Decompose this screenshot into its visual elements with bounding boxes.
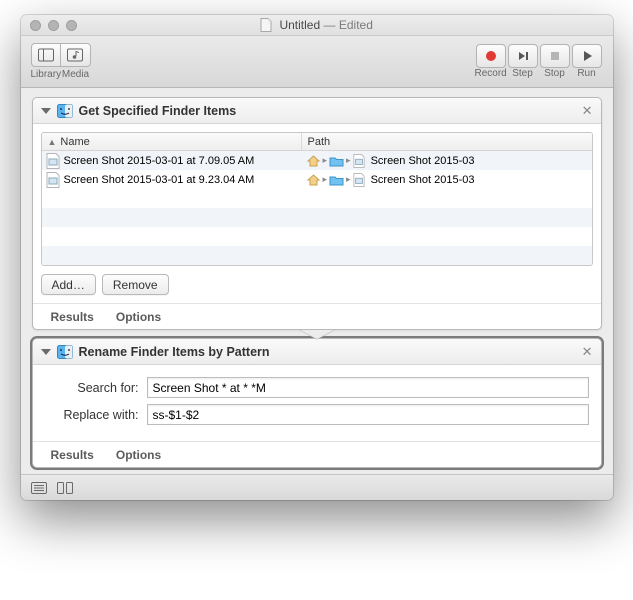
run-label: Run	[571, 68, 603, 79]
titlebar: Untitled — Edited	[21, 15, 613, 36]
close-window-button[interactable]	[30, 20, 41, 31]
table-row	[42, 246, 592, 265]
folder-icon	[329, 154, 344, 168]
finder-icon	[57, 103, 73, 119]
action-header[interactable]: Get Specified Finder Items ✕	[33, 98, 601, 124]
action-title: Rename Finder Items by Pattern	[79, 345, 270, 359]
record-label: Record	[475, 68, 507, 79]
play-icon	[580, 49, 594, 63]
media-icon	[67, 48, 83, 62]
table-row[interactable]: Screen Shot 2015-03-01 at 9.23.04 AM ▸ ▸…	[42, 170, 592, 189]
disclosure-triangle-icon[interactable]	[41, 108, 51, 114]
toolbar-left-group: Library Media	[31, 43, 91, 80]
column-header-name[interactable]: ▲Name	[42, 133, 302, 150]
variables-view-button[interactable]	[57, 482, 73, 494]
library-label: Library	[31, 69, 61, 80]
table-row	[42, 189, 592, 208]
workflow-area: Get Specified Finder Items ✕ ▲Name Path …	[21, 88, 613, 474]
path-cell: ▸ ▸ Screen Shot 2015-03	[302, 173, 592, 187]
media-label: Media	[61, 69, 91, 80]
replace-with-input[interactable]	[147, 404, 589, 425]
search-for-input[interactable]	[147, 377, 589, 398]
table-row	[42, 227, 592, 246]
step-icon	[516, 49, 530, 63]
results-tab[interactable]: Results	[51, 448, 94, 462]
zoom-window-button[interactable]	[66, 20, 77, 31]
traffic-lights	[21, 20, 77, 31]
window-title: Untitled — Edited	[21, 18, 613, 32]
bottom-bar	[21, 474, 613, 500]
image-file-icon	[46, 172, 60, 188]
run-button[interactable]	[572, 44, 602, 68]
media-button[interactable]	[61, 43, 91, 67]
chevron-right-icon: ▸	[346, 155, 351, 166]
toolbar-right-group: Record Step Stop Run	[475, 44, 603, 79]
window: Untitled — Edited Library Media	[21, 15, 613, 500]
document-icon	[260, 18, 272, 32]
record-button[interactable]	[476, 44, 506, 68]
action-header[interactable]: Rename Finder Items by Pattern ✕	[33, 339, 601, 365]
close-action-button[interactable]: ✕	[582, 344, 593, 360]
path-file-name: Screen Shot 2015-03	[371, 174, 475, 186]
add-button[interactable]: Add…	[41, 274, 96, 295]
library-button[interactable]	[31, 43, 61, 67]
stop-label: Stop	[539, 68, 571, 79]
minimize-window-button[interactable]	[48, 20, 59, 31]
options-tab[interactable]: Options	[116, 310, 161, 324]
sort-asc-icon: ▲	[48, 137, 57, 147]
chevron-right-icon: ▸	[323, 155, 328, 166]
remove-button[interactable]: Remove	[102, 274, 169, 295]
step-button[interactable]	[508, 44, 538, 68]
image-file-icon	[353, 173, 365, 187]
file-name: Screen Shot 2015-03-01 at 7.09.05 AM	[64, 155, 255, 167]
image-file-icon	[46, 153, 60, 169]
action-rename-by-pattern[interactable]: Rename Finder Items by Pattern ✕ Search …	[32, 338, 602, 468]
home-icon	[306, 173, 321, 187]
stop-button[interactable]	[540, 44, 570, 68]
table-row	[42, 208, 592, 227]
image-file-icon	[353, 154, 365, 168]
close-action-button[interactable]: ✕	[582, 103, 593, 119]
column-header-path[interactable]: Path	[302, 133, 592, 150]
finder-icon	[57, 344, 73, 360]
options-tab[interactable]: Options	[116, 448, 161, 462]
path-file-name: Screen Shot 2015-03	[371, 155, 475, 167]
stop-icon	[548, 49, 562, 63]
folder-icon	[329, 173, 344, 187]
record-icon	[484, 49, 498, 63]
chevron-right-icon: ▸	[323, 174, 328, 185]
chevron-right-icon: ▸	[346, 174, 351, 185]
items-table: ▲Name Path Screen Shot 2015-03-01 at 7.0…	[41, 132, 593, 266]
toolbar: Library Media	[21, 36, 613, 88]
replace-with-label: Replace with:	[45, 408, 147, 422]
results-tab[interactable]: Results	[51, 310, 94, 324]
disclosure-triangle-icon[interactable]	[41, 349, 51, 355]
file-name: Screen Shot 2015-03-01 at 9.23.04 AM	[64, 174, 255, 186]
path-cell: ▸ ▸ Screen Shot 2015-03	[302, 154, 592, 168]
sidebar-icon	[38, 48, 54, 62]
step-label: Step	[507, 68, 539, 79]
table-row[interactable]: Screen Shot 2015-03-01 at 7.09.05 AM ▸ ▸…	[42, 151, 592, 170]
log-view-button[interactable]	[31, 482, 47, 494]
action-title: Get Specified Finder Items	[79, 104, 237, 118]
action-get-finder-items[interactable]: Get Specified Finder Items ✕ ▲Name Path …	[32, 97, 602, 330]
search-for-label: Search for:	[45, 381, 147, 395]
home-icon	[306, 154, 321, 168]
